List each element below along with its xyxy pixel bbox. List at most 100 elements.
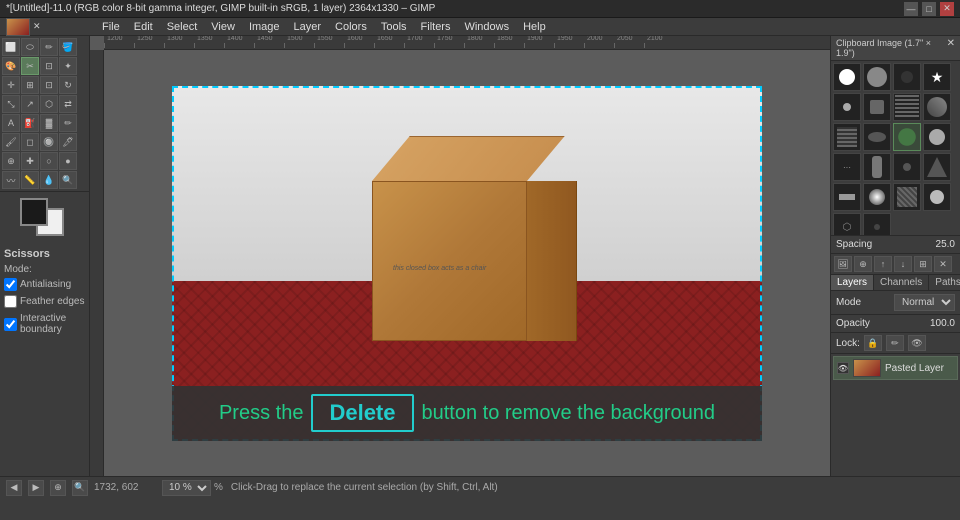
tool-shear[interactable]: ↗ [21,95,39,113]
interactive-checkbox[interactable] [4,318,17,331]
brush-thumb-16[interactable] [923,153,951,181]
brush-thumb-10[interactable] [863,123,891,151]
ruler-tick [554,43,555,48]
ruler-tick [104,43,105,48]
minimize-button[interactable]: — [904,2,918,16]
tab-paths[interactable]: Paths [929,275,960,290]
brush-thumb-6[interactable] [863,93,891,121]
brush-thumb-5[interactable] [833,93,861,121]
layer-btn-6[interactable]: ✕ [934,256,952,272]
menu-windows[interactable]: Windows [458,20,515,34]
feather-checkbox[interactable] [4,295,17,308]
menu-colors[interactable]: Colors [329,20,373,34]
menu-select[interactable]: Select [161,20,204,34]
tool-ellipse-select[interactable]: ⬭ [21,38,39,56]
lock-btn-1[interactable]: 🔒 [864,335,882,351]
brush-thumb-7[interactable] [893,93,921,121]
tool-eraser[interactable]: ◻ [21,133,39,151]
menu-tools[interactable]: Tools [375,20,413,34]
layer-btn-4[interactable]: ↓ [894,256,912,272]
brush-thumb-3[interactable] [893,63,921,91]
tool-paths[interactable]: ✦ [59,57,77,75]
ruler-tick [284,43,285,48]
brush-thumb-20[interactable] [923,183,951,211]
layer-btn-1[interactable]: 🖼 [834,256,852,272]
status-btn-next[interactable]: ▶ [28,480,44,496]
lock-btn-2[interactable]: ✏ [886,335,904,351]
tool-align[interactable]: ⊞ [21,76,39,94]
tool-free-select[interactable]: ✏ [40,38,58,56]
menu-help[interactable]: Help [517,20,552,34]
status-btn-prev[interactable]: ◀ [6,480,22,496]
menu-image[interactable]: Image [243,20,286,34]
image-close[interactable]: ✕ [33,21,41,32]
tool-by-color[interactable]: 🎨 [2,57,20,75]
brush-thumb-22[interactable] [863,213,891,236]
tool-rotate[interactable]: ↻ [59,76,77,94]
brushes-close[interactable]: ✕ [947,38,955,58]
brush-thumb-21[interactable]: ⬡ [833,213,861,236]
menu-filters[interactable]: Filters [415,20,457,34]
tool-smudge[interactable]: 〰 [2,171,20,189]
tool-measure[interactable]: 📏 [21,171,39,189]
tool-perspective[interactable]: ⬡ [40,95,58,113]
brush-thumb-1[interactable] [833,63,861,91]
fg-color-box[interactable] [20,198,48,226]
tool-bucket-fill[interactable]: ⛽ [21,114,39,132]
maximize-button[interactable]: □ [922,2,936,16]
menu-edit[interactable]: Edit [128,20,159,34]
brush-thumb-14[interactable] [863,153,891,181]
tool-move[interactable]: ✛ [2,76,20,94]
tool-flip[interactable]: ⇄ [59,95,77,113]
tool-ink[interactable]: 🖊 [59,133,77,151]
brush-thumb-18[interactable] [863,183,891,211]
tool-foreground-select[interactable]: ⊡ [40,57,58,75]
tab-layers[interactable]: Layers [831,275,874,290]
layer-btn-5[interactable]: ⊞ [914,256,932,272]
layer-visibility-toggle[interactable]: 👁 [837,362,849,374]
status-btn-action[interactable]: ⊕ [50,480,66,496]
canvas-inner[interactable]: this closed box acts as a chair Press th… [104,50,830,476]
tool-text[interactable]: A [2,114,20,132]
tool-scissors[interactable]: ✂ [21,57,39,75]
brush-thumb-13[interactable]: ··· [833,153,861,181]
brush-thumb-15[interactable] [893,153,921,181]
tab-channels[interactable]: Channels [874,275,929,290]
lock-btn-3[interactable]: 👁 [908,335,926,351]
brush-thumb-19[interactable] [893,183,921,211]
status-btn-search[interactable]: 🔍 [72,480,88,496]
tool-pencil[interactable]: ✏ [59,114,77,132]
tool-paintbrush[interactable]: 🖌 [2,133,20,151]
mode-dropdown[interactable]: Normal [894,294,955,311]
layer-btn-2[interactable]: ⊕ [854,256,872,272]
layer-item-0[interactable]: 👁 Pasted Layer [833,356,958,380]
tool-heal[interactable]: ✚ [21,152,39,170]
tool-airbrush[interactable]: 🔘 [40,133,58,151]
image-thumbnail[interactable] [6,18,30,36]
tool-zoom[interactable]: 🔍 [59,171,77,189]
menu-file[interactable]: File [96,20,126,34]
layer-btn-3[interactable]: ↑ [874,256,892,272]
tool-colorpicker[interactable]: 💧 [40,171,58,189]
tool-scale[interactable]: ⤡ [2,95,20,113]
tool-fuzzy-select[interactable]: 🪣 [59,38,77,56]
tool-crop[interactable]: ⊡ [40,76,58,94]
brush-thumb-12[interactable] [923,123,951,151]
tool-rect-select[interactable]: ⬜ [2,38,20,56]
tool-clone[interactable]: ⊕ [2,152,20,170]
close-button[interactable]: ✕ [940,2,954,16]
brush-thumb-17[interactable] [833,183,861,211]
antialiasing-checkbox[interactable] [4,278,17,291]
tool-blend[interactable]: ▓ [40,114,58,132]
menu-layer[interactable]: Layer [288,20,328,34]
brush-thumb-8[interactable] [923,93,951,121]
brush-thumb-2[interactable] [863,63,891,91]
zoom-select[interactable]: 10 % [162,480,211,496]
menu-view[interactable]: View [205,20,241,34]
brush-thumb-4[interactable]: ★ [923,63,951,91]
canvas-area[interactable]: this closed box acts as a chair Press th… [90,36,830,476]
tool-burn[interactable]: ● [59,152,77,170]
tool-dodge[interactable]: ○ [40,152,58,170]
brush-thumb-9[interactable] [833,123,861,151]
brush-thumb-11[interactable] [893,123,921,151]
